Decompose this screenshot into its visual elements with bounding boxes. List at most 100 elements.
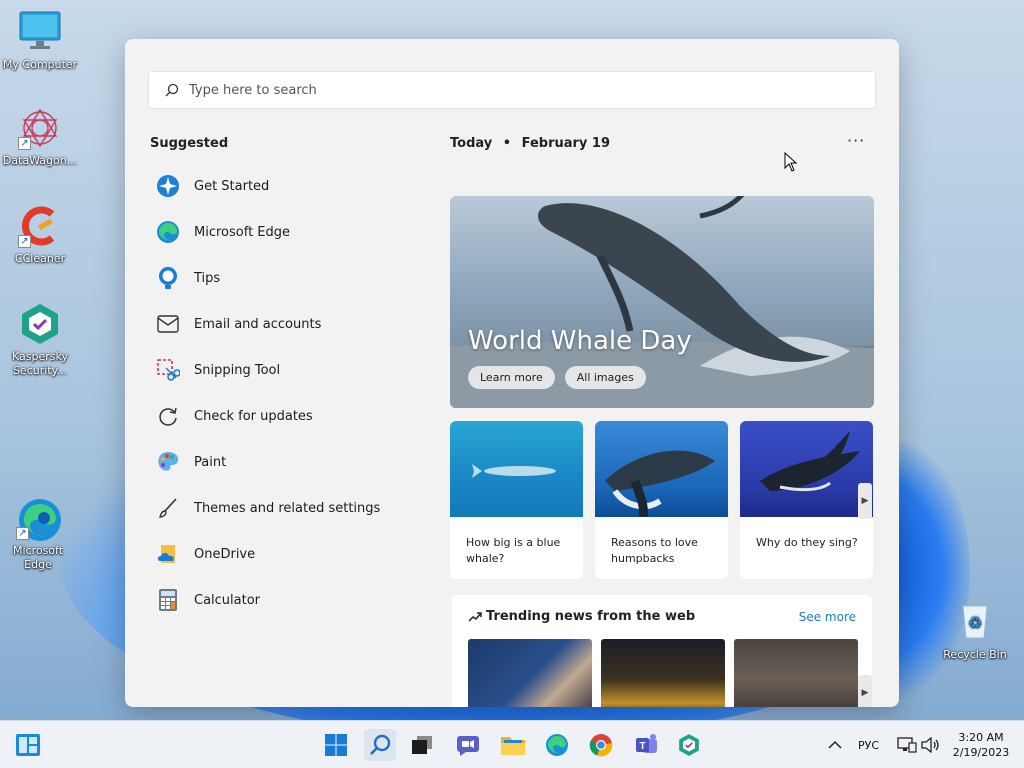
- show-hidden-icons-button[interactable]: [820, 729, 850, 761]
- trending-arrow-icon: [468, 611, 482, 622]
- shortcut-arrow-icon: ↗: [16, 527, 29, 540]
- kaspersky-shield-icon: [18, 302, 62, 346]
- suggested-item-snipping-tool[interactable]: Snipping Tool: [155, 347, 425, 393]
- suggested-item-label: Paint: [194, 454, 227, 470]
- search-icon: [165, 83, 179, 97]
- suggested-item-label: Themes and related settings: [194, 500, 381, 516]
- teams-icon: T: [636, 734, 657, 753]
- suggested-item-onedrive[interactable]: OneDrive: [155, 531, 425, 577]
- suggested-item-get-started[interactable]: Get Started: [155, 163, 425, 209]
- desktop-icon-label: Kaspersky Security...: [12, 350, 68, 377]
- suggested-item-label: Check for updates: [194, 408, 313, 424]
- today-separator: •: [502, 136, 512, 151]
- suggested-item-calculator[interactable]: Calculator: [155, 577, 425, 623]
- suggested-item-email-accounts[interactable]: Email and accounts: [155, 301, 425, 347]
- shortcut-arrow-icon: ↗: [18, 235, 31, 248]
- suggested-item-label: OneDrive: [194, 546, 256, 562]
- news-thumbnail-2[interactable]: [601, 639, 725, 707]
- suggested-item-label: Get Started: [194, 178, 270, 194]
- widgets-icon: [16, 734, 40, 756]
- learn-more-button[interactable]: Learn more: [468, 366, 555, 389]
- trending-thumbnails: [468, 639, 858, 707]
- desktop-icon-kaspersky[interactable]: Kaspersky Security...: [0, 302, 80, 378]
- card-whales-sing[interactable]: Why do they sing?: [740, 421, 873, 579]
- desktop-icon-microsoft-edge[interactable]: ↗ Microsoft Edge: [0, 496, 78, 572]
- hero-card-whale[interactable]: World Whale Day Learn more All images: [450, 196, 874, 408]
- network-button[interactable]: [894, 729, 920, 761]
- taskbar-clock[interactable]: 3:20 AM 2/19/2023: [944, 730, 1018, 760]
- datawagon-icon: ↗: [18, 106, 62, 150]
- desktop-icon-ccleaner[interactable]: ↗ CCleaner: [0, 204, 80, 266]
- desktop-icon-label: Recycle Bin: [943, 648, 1007, 661]
- search-box[interactable]: [148, 71, 876, 109]
- card-humpbacks[interactable]: Reasons to love humpbacks: [595, 421, 728, 579]
- see-more-link[interactable]: See more: [799, 610, 856, 624]
- chrome-button[interactable]: [585, 729, 617, 761]
- teams-button[interactable]: T: [631, 729, 663, 761]
- calculator-icon: [155, 587, 181, 613]
- suggested-item-label: Tips: [194, 270, 221, 286]
- clock-date: 2/19/2023: [952, 746, 1010, 759]
- news-thumbnail-1[interactable]: [468, 639, 592, 707]
- shortcut-arrow-icon: ↗: [18, 137, 31, 150]
- card-caption: Why do they sing?: [756, 536, 858, 549]
- desktop-icon-recycle-bin[interactable]: ♻ Recycle Bin: [935, 600, 1015, 662]
- task-view-button[interactable]: [406, 729, 438, 761]
- suggested-list: Get Started Microsoft Edge Tips Email an…: [155, 163, 425, 623]
- search-panel: Suggested Get Started Microsoft Edge Tip…: [125, 39, 899, 707]
- chevron-up-icon: [828, 740, 842, 749]
- suggested-item-tips[interactable]: Tips: [155, 255, 425, 301]
- task-view-icon: [412, 736, 432, 754]
- chat-button[interactable]: [452, 729, 484, 761]
- ccleaner-icon: ↗: [18, 204, 62, 248]
- desktop-icon-my-computer[interactable]: My Computer: [0, 10, 80, 72]
- search-taskbar-button[interactable]: [364, 729, 396, 761]
- whale-cards: How big is a blue whale? Reasons to love…: [450, 421, 873, 579]
- card-blue-whale[interactable]: How big is a blue whale?: [450, 421, 583, 579]
- edge-icon: [155, 219, 181, 245]
- hero-title: World Whale Day: [468, 326, 692, 356]
- desktop-icon-datawagon[interactable]: ↗ DataWagon...: [0, 106, 80, 168]
- edge-icon: ↗: [16, 496, 61, 541]
- widgets-button[interactable]: [12, 729, 44, 761]
- today-date: February 19: [521, 136, 611, 151]
- search-input[interactable]: [189, 82, 875, 98]
- edge-taskbar-button[interactable]: [541, 729, 573, 761]
- trending-title: Trending news from the web: [486, 609, 696, 624]
- recycle-bin-icon: ♻: [953, 600, 997, 644]
- suggested-item-microsoft-edge[interactable]: Microsoft Edge: [155, 209, 425, 255]
- search-icon: [370, 734, 391, 755]
- today-header: Today • February 19: [450, 136, 610, 151]
- chrome-icon: [589, 734, 613, 757]
- today-label: Today: [450, 136, 493, 151]
- suggested-item-themes[interactable]: Themes and related settings: [155, 485, 425, 531]
- more-options-button[interactable]: ···: [847, 131, 865, 150]
- onedrive-icon: [155, 541, 181, 567]
- edge-icon: [546, 734, 568, 756]
- news-thumbnail-3[interactable]: [734, 639, 858, 707]
- get-started-icon: [155, 173, 181, 199]
- mail-icon: [155, 311, 181, 337]
- start-button[interactable]: [320, 729, 352, 761]
- tips-icon: [155, 265, 181, 291]
- snipping-tool-icon: [155, 357, 181, 383]
- monitor-icon: [18, 10, 62, 54]
- file-explorer-button[interactable]: [497, 729, 529, 761]
- cards-next-arrow-icon[interactable]: ▶: [858, 483, 872, 519]
- desktop-icon-label: Microsoft Edge: [12, 544, 64, 571]
- suggested-item-check-updates[interactable]: Check for updates: [155, 393, 425, 439]
- speaker-icon: [921, 737, 939, 753]
- mouse-cursor-icon: [784, 152, 798, 172]
- card-caption: How big is a blue whale?: [466, 536, 561, 565]
- suggested-item-paint[interactable]: Paint: [155, 439, 425, 485]
- input-language-indicator[interactable]: РУС: [858, 739, 879, 752]
- all-images-button[interactable]: All images: [564, 366, 646, 389]
- suggested-item-label: Snipping Tool: [194, 362, 281, 378]
- kaspersky-taskbar-button[interactable]: [673, 729, 705, 761]
- svg-text:T: T: [639, 741, 645, 752]
- singing-whales-image: [740, 421, 873, 517]
- chat-icon: [457, 736, 479, 756]
- trending-next-arrow-icon[interactable]: ▶: [858, 675, 872, 707]
- desktop-icon-label: CCleaner: [14, 252, 66, 265]
- volume-button[interactable]: [918, 729, 944, 761]
